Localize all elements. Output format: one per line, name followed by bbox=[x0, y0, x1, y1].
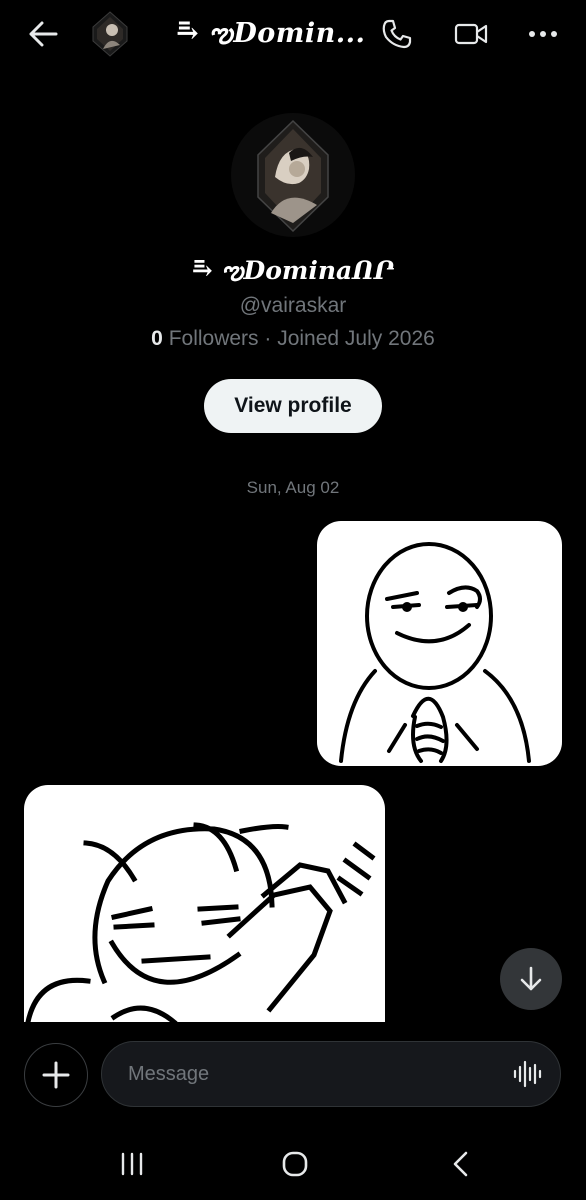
arrow-down-icon bbox=[520, 966, 542, 991]
plus-icon bbox=[42, 1061, 70, 1089]
header-avatar[interactable] bbox=[90, 11, 130, 57]
incoming-image-message[interactable] bbox=[24, 785, 385, 1022]
chevron-left-icon bbox=[453, 1151, 468, 1177]
outgoing-image-message[interactable] bbox=[317, 521, 562, 766]
message-input[interactable] bbox=[126, 1042, 500, 1107]
video-call-button[interactable] bbox=[450, 13, 492, 55]
voice-waveform-icon[interactable] bbox=[512, 1060, 542, 1088]
followers-count: 0 bbox=[151, 327, 163, 350]
avatar-image bbox=[92, 11, 128, 57]
meme-image bbox=[25, 822, 376, 1022]
home-button[interactable] bbox=[272, 1143, 318, 1185]
scroll-to-bottom-button[interactable] bbox=[500, 948, 562, 1010]
header-title[interactable]: ⥱ ఌDomin... bbox=[176, 18, 365, 56]
more-button[interactable] bbox=[522, 13, 564, 55]
system-back-button[interactable] bbox=[440, 1143, 480, 1185]
phone-icon bbox=[382, 19, 412, 49]
recents-icon bbox=[121, 1152, 143, 1176]
profile-meta: 0 Followers · Joined July 2026 bbox=[0, 327, 586, 351]
profile-display-name: ⥱ ఌDominaՈՐ bbox=[191, 256, 395, 285]
recents-button[interactable] bbox=[108, 1146, 156, 1182]
profile-handle: @vairaskar bbox=[239, 294, 347, 317]
home-icon bbox=[282, 1151, 308, 1177]
add-attachment-button[interactable] bbox=[24, 1043, 88, 1107]
video-camera-icon bbox=[454, 23, 488, 45]
back-button[interactable] bbox=[22, 14, 64, 54]
view-profile-button[interactable]: View profile bbox=[204, 379, 382, 433]
joined-date: · Joined July 2026 bbox=[258, 327, 435, 350]
meme-image bbox=[339, 542, 531, 763]
arrow-left-icon bbox=[29, 21, 58, 47]
call-button[interactable] bbox=[376, 13, 418, 55]
avatar-image bbox=[257, 119, 329, 233]
message-field-container bbox=[101, 1041, 561, 1107]
more-horizontal-icon bbox=[529, 31, 557, 37]
followers-label: Followers bbox=[168, 327, 259, 350]
profile-avatar[interactable] bbox=[231, 113, 355, 237]
date-separator: Sun, Aug 02 bbox=[246, 478, 340, 497]
